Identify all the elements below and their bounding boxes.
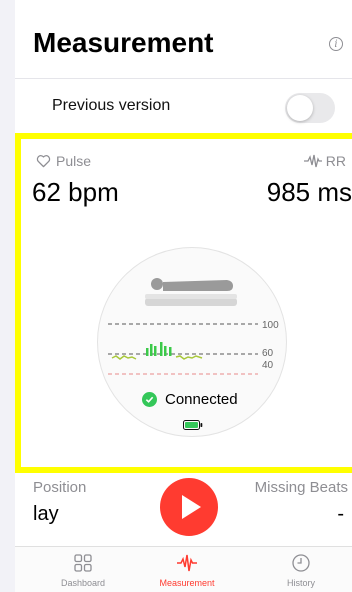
person-lying-icon bbox=[145, 278, 237, 306]
hr-bar bbox=[146, 348, 149, 356]
hr-bar bbox=[150, 344, 153, 356]
hr-bar bbox=[169, 347, 172, 356]
heart-outline-icon bbox=[36, 155, 51, 168]
summary-row: Position lay Missing Beats - bbox=[15, 473, 352, 546]
tick-40: 40 bbox=[262, 360, 274, 371]
hr-trace-left bbox=[111, 355, 137, 360]
play-icon bbox=[182, 495, 201, 519]
page-title: Measurement bbox=[33, 27, 214, 58]
hr-bar bbox=[154, 346, 157, 356]
tab-dashboard-label: Dashboard bbox=[60, 578, 106, 588]
info-icon[interactable]: i bbox=[329, 37, 343, 51]
connection-status: Connected bbox=[142, 389, 238, 409]
hr-bar bbox=[160, 342, 163, 356]
tab-history-label: History bbox=[286, 578, 315, 588]
pulse-label: Pulse bbox=[56, 153, 92, 169]
waveform-icon bbox=[303, 154, 322, 168]
hr-bar bbox=[164, 346, 167, 356]
battery-icon bbox=[183, 420, 203, 430]
vitals-row: Pulse RR 62 bpm 985 ms bbox=[21, 139, 352, 219]
tab-dashboard[interactable]: Dashboard bbox=[33, 547, 133, 592]
rr-label: RR bbox=[325, 153, 346, 169]
waveform-icon bbox=[177, 554, 197, 572]
connection-status-text: Connected bbox=[165, 390, 238, 408]
checkmark-circle-icon bbox=[142, 391, 157, 407]
hr-trace-right bbox=[175, 355, 203, 360]
start-measurement-button[interactable] bbox=[160, 478, 218, 536]
grid-icon bbox=[74, 554, 92, 572]
clock-icon bbox=[292, 554, 310, 572]
previous-version-row: Previous version bbox=[15, 78, 352, 133]
previous-version-toggle[interactable] bbox=[285, 93, 335, 123]
missing-beats-value: - bbox=[337, 503, 344, 525]
header: Measurement i bbox=[15, 0, 352, 78]
pulse-value: 62 bpm bbox=[32, 177, 119, 207]
tab-history[interactable]: History bbox=[251, 547, 351, 592]
measurement-dial: 100 60 40 Connected bbox=[97, 247, 287, 437]
missing-beats-label: Missing Beats bbox=[254, 479, 348, 496]
toggle-knob bbox=[287, 95, 313, 121]
app-screen: Measurement i Previous version Pulse RR … bbox=[15, 0, 352, 592]
rr-label-group: RR bbox=[303, 153, 346, 169]
heart-rate-chart: 100 60 40 bbox=[108, 320, 279, 375]
tab-bar: Dashboard Measurement History bbox=[15, 546, 352, 592]
rr-value: 985 ms bbox=[266, 177, 352, 207]
tab-measurement-label: Measurement bbox=[159, 578, 215, 588]
tab-measurement[interactable]: Measurement bbox=[137, 547, 237, 592]
tick-100: 100 bbox=[262, 320, 279, 331]
tick-60: 60 bbox=[262, 348, 274, 359]
position-value: lay bbox=[33, 503, 59, 525]
previous-version-label: Previous version bbox=[52, 97, 171, 114]
position-label: Position bbox=[33, 479, 87, 496]
live-measurement-panel: Pulse RR 62 bpm 985 ms 100 60 40 Connect… bbox=[15, 133, 352, 473]
pulse-label-group: Pulse bbox=[36, 153, 91, 169]
